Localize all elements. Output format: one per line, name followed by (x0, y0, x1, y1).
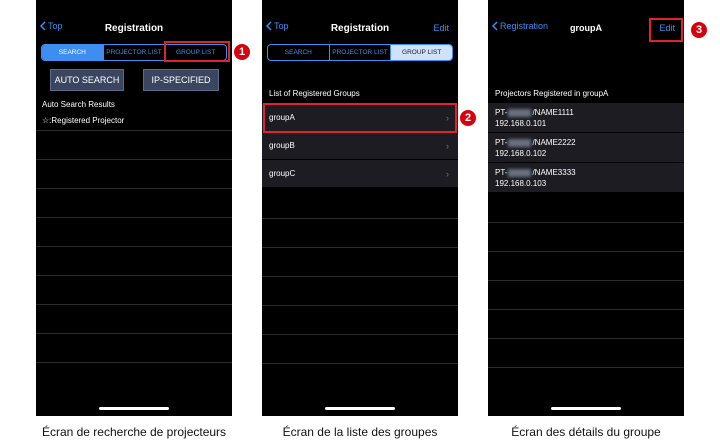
results-list (36, 130, 232, 391)
list-title: Projectors Registered in groupA (495, 89, 609, 98)
projector-ip: 192.168.0.103 (495, 179, 547, 188)
page-title: Registration (330, 23, 390, 34)
callout-badge-3: 3 (691, 22, 707, 38)
highlight-edit-button (649, 18, 683, 42)
group-row[interactable]: groupB › (262, 132, 458, 160)
results-legend: ☆:Registered Projector (42, 116, 125, 125)
blurred-model (508, 138, 532, 147)
group-list-screen: Top Registration Edit SEARCH PROJECTOR L… (262, 0, 458, 416)
ip-specified-button[interactable]: IP-SPECIFIED (143, 69, 219, 91)
projector-ip: 192.168.0.101 (495, 119, 547, 128)
home-indicator (551, 407, 621, 410)
page-title: groupA (570, 23, 602, 33)
tab-search[interactable]: SEARCH (268, 45, 330, 60)
model-prefix: PT- (495, 108, 508, 117)
tab-projector-list[interactable]: PROJECTOR LIST (330, 45, 392, 60)
blurred-model (508, 108, 532, 117)
highlight-group-list-tab (164, 41, 230, 62)
auto-search-button[interactable]: AUTO SEARCH (50, 69, 124, 91)
empty-rows (262, 218, 458, 392)
chevron-right-icon: › (446, 141, 449, 151)
group-row[interactable]: groupC › (262, 160, 458, 188)
projector-ip: 192.168.0.102 (495, 149, 547, 158)
projector-row[interactable]: PT- /NAME3333 192.168.0.103 (488, 163, 684, 193)
tab-search[interactable]: SEARCH (42, 45, 104, 60)
projector-name: /NAME3333 (532, 168, 576, 177)
caption-group-list-screen: Écran de la liste des groupes (282, 425, 438, 439)
group-name: groupC (269, 169, 296, 178)
home-indicator (325, 407, 395, 410)
chevron-left-icon (492, 21, 498, 31)
tab-projector-list[interactable]: PROJECTOR LIST (104, 45, 166, 60)
nav-bar: Top Registration Edit (262, 16, 458, 42)
chevron-right-icon: › (446, 169, 449, 179)
projector-name: /NAME1111 (532, 108, 574, 117)
nav-bar: Top Registration (36, 16, 232, 42)
callout-badge-2: 2 (460, 110, 476, 126)
projector-name: /NAME2222 (532, 138, 576, 147)
tab-group-list[interactable]: GROUP LIST (391, 45, 452, 60)
tab-bar: SEARCH PROJECTOR LIST GROUP LIST (267, 44, 453, 61)
projector-row[interactable]: PT- /NAME2222 192.168.0.102 (488, 133, 684, 163)
empty-rows (488, 222, 684, 396)
home-indicator (99, 407, 169, 410)
caption-search-screen: Écran de recherche de projecteurs (41, 425, 227, 439)
search-screen: Top Registration SEARCH PROJECTOR LIST G… (36, 0, 232, 416)
highlight-group-a-row (263, 103, 457, 133)
page-title: Registration (104, 23, 164, 34)
group-detail-screen: Registration groupA Edit Projectors Regi… (488, 0, 684, 416)
list-title: List of Registered Groups (269, 89, 360, 98)
edit-button[interactable]: Edit (433, 23, 449, 33)
model-prefix: PT- (495, 138, 508, 147)
callout-badge-1: 1 (234, 44, 250, 60)
model-prefix: PT- (495, 168, 508, 177)
caption-group-detail-screen: Écran des détails du groupe (511, 425, 661, 439)
group-name: groupB (269, 141, 295, 150)
projector-row[interactable]: PT- /NAME1111 192.168.0.101 (488, 103, 684, 133)
blurred-model (508, 168, 532, 177)
results-title: Auto Search Results (42, 100, 115, 109)
